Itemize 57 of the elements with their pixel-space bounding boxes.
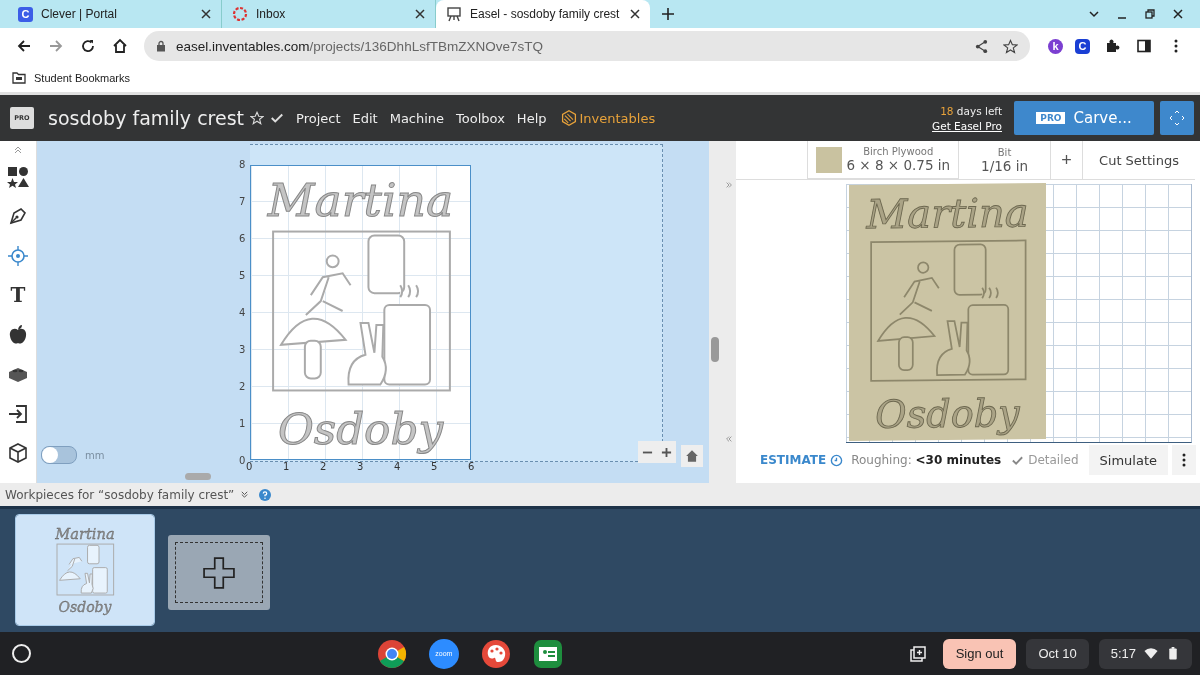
carve-button[interactable]: PRO Carve... xyxy=(1014,101,1154,135)
menu-item[interactable]: Toolbox xyxy=(456,110,505,126)
ruler-label: 5 xyxy=(239,270,246,281)
design-text: Martina xyxy=(267,173,454,227)
ruler-label: 1 xyxy=(283,461,290,472)
material-selector[interactable]: Birch Plywood 6 × 8 × 0.75 in xyxy=(807,141,960,179)
design-text: Martina xyxy=(866,189,1029,238)
roughing-estimate: Roughing: <30 minutes xyxy=(851,453,1002,467)
ruler-label: 6 xyxy=(239,233,246,244)
clock-time: 5:17 xyxy=(1110,646,1136,661)
ruler-label: 6 xyxy=(468,461,475,472)
ruler-label: 4 xyxy=(239,307,246,318)
menu-item[interactable]: Help xyxy=(516,110,547,126)
ruler-label: 1 xyxy=(239,418,246,429)
design-text: Osdoby xyxy=(277,403,444,455)
get-pro-link[interactable]: Get Easel Pro xyxy=(932,119,1002,132)
ruler-label: 5 xyxy=(431,461,438,472)
extension-icon[interactable]: C xyxy=(1075,38,1090,54)
browser-tab[interactable]: Easel - sosdoby family crest xyxy=(436,0,650,28)
estimate-label: ESTIMATE xyxy=(759,453,827,467)
simulate-button[interactable]: Simulate xyxy=(1088,445,1168,475)
tab-title: Inbox xyxy=(256,7,287,21)
address-bar[interactable]: easel.inventables.com/projects/136DhhLsfTBmZXNOve7sTQ xyxy=(144,31,1030,61)
date-display[interactable]: Oct 10 xyxy=(1026,638,1089,669)
ruler-label: 3 xyxy=(357,461,364,472)
project-title[interactable]: sosdoby family crest xyxy=(48,107,244,129)
design-text: Osdoby xyxy=(875,391,1020,437)
text-tool-icon[interactable]: T xyxy=(10,283,26,308)
status-area[interactable]: 5:17 xyxy=(1098,638,1192,669)
ruler-label: 0 xyxy=(246,461,253,472)
detailed-label: Detailed xyxy=(1028,453,1079,467)
ruler-label: 3 xyxy=(239,344,246,355)
menu-item[interactable]: Edit xyxy=(352,110,378,126)
ruler-label: 4 xyxy=(394,461,401,472)
menu-item[interactable]: Machine xyxy=(389,110,445,126)
menu-item[interactable]: Project xyxy=(296,110,341,126)
design-text: Martina xyxy=(55,525,115,542)
tab-title: Easel - sosdoby family crest xyxy=(470,7,621,21)
ruler-label: 0 xyxy=(239,455,246,466)
clever-logo-icon: C xyxy=(18,6,33,22)
ruler-label: 7 xyxy=(239,196,246,207)
ruler-label: 2 xyxy=(320,461,327,472)
unit-label: mm xyxy=(85,449,105,461)
browser-tab[interactable]: C Clever | Portal xyxy=(8,0,222,28)
sign-out-button[interactable]: Sign out xyxy=(942,638,1017,669)
ruler-label: 2 xyxy=(239,381,246,392)
workpieces-title: Workpieces for “sosdoby family crest” xyxy=(5,487,235,502)
extension-icon[interactable]: k xyxy=(1048,38,1063,54)
inventables-link[interactable]: Inventables xyxy=(560,110,656,126)
material-name: Birch Plywood xyxy=(863,146,934,157)
bookmark-folder[interactable]: Student Bookmarks xyxy=(12,72,130,84)
design-text: Osdoby xyxy=(58,599,112,616)
ruler-label: 8 xyxy=(239,159,246,170)
url-text: easel.inventables.com/projects/136DhhLsfTBmZXNOve7sTQ xyxy=(176,38,543,54)
trial-days-text: 18 days left xyxy=(940,104,1002,117)
tab-title: Clever | Portal xyxy=(41,7,118,21)
material-size: 6 × 8 × 0.75 in xyxy=(846,157,951,173)
